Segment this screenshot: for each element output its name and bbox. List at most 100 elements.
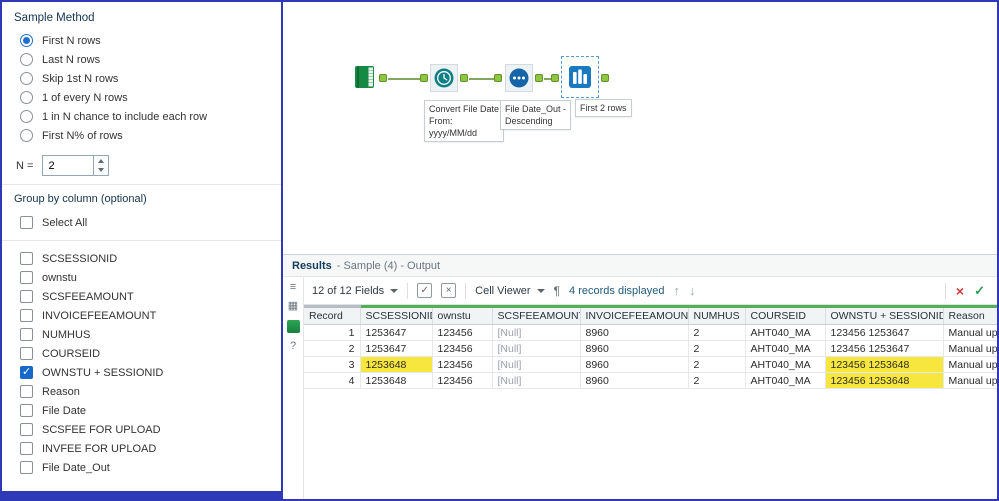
- group-by-column-option[interactable]: File Date: [14, 401, 273, 420]
- option-label: Last N rows: [42, 53, 101, 66]
- group-by-column-option[interactable]: ownstu: [14, 268, 273, 287]
- tool-anchor-icon[interactable]: [286, 320, 300, 333]
- input-anchor[interactable]: [420, 74, 428, 82]
- output-anchor[interactable]: [535, 74, 543, 82]
- select-all-option[interactable]: Select All: [14, 213, 273, 232]
- group-by-column-list: SCSESSIONID ownstu SCSFEEAMOUNT INVOICEFEEA…: [14, 249, 273, 477]
- table-cell: 2: [304, 340, 361, 357]
- connection-line[interactable]: [469, 78, 495, 80]
- group-by-column-option[interactable]: SCSFEEAMOUNT: [14, 287, 273, 306]
- tool-sample[interactable]: [561, 56, 599, 98]
- output-anchor[interactable]: [379, 74, 387, 82]
- option-label: COURSEID: [42, 347, 101, 360]
- sample-method-option[interactable]: 1 in N chance to include each row: [14, 107, 273, 126]
- group-by-column-option[interactable]: SCSESSIONID: [14, 249, 273, 268]
- option-label: SCSESSIONID: [42, 252, 118, 265]
- option-label: File Date_Out: [42, 461, 110, 474]
- arrow-down-icon[interactable]: ↓: [689, 284, 696, 297]
- table-cell: [Null]: [492, 324, 581, 341]
- configuration-panel: Sample Method First N rows Last N rows Ski…: [2, 2, 283, 499]
- table-cell: 8960: [580, 356, 689, 373]
- radio-icon: [20, 53, 33, 66]
- tool-datetime[interactable]: [430, 64, 458, 92]
- group-by-column-option[interactable]: INVOICEFEEAMOUNT: [14, 306, 273, 325]
- sample-method-option[interactable]: Skip 1st N rows: [14, 69, 273, 88]
- output-anchor[interactable]: [601, 74, 609, 82]
- table-cell: 123456 1253647: [825, 340, 944, 357]
- radio-icon: [20, 129, 33, 142]
- results-toolbar: 12 of 12 Fields ✓ × Cell Viewer ¶ 4 reco…: [304, 277, 997, 305]
- table-row[interactable]: 2 1253647 123456 [Null] 8960 2 AHT040_MA 123456…: [304, 340, 997, 357]
- tool-input-data[interactable]: [352, 64, 378, 90]
- sample-icon: [569, 66, 591, 88]
- table-cell: 4: [304, 372, 361, 389]
- workflow-canvas[interactable]: Convert File Date From: yyyy/MM/dd File …: [283, 2, 997, 254]
- group-by-column-option[interactable]: INVFEE FOR UPLOAD: [14, 439, 273, 458]
- output-anchor[interactable]: [460, 74, 468, 82]
- column-header[interactable]: Record: [304, 305, 361, 325]
- option-label: SCSFEEAMOUNT: [42, 290, 134, 303]
- group-by-column-option[interactable]: File Date_Out: [14, 458, 273, 477]
- table-row[interactable]: 3 1253648 123456 [Null] 8960 2 AHT040_MA 123456…: [304, 356, 997, 373]
- sample-method-option[interactable]: Last N rows: [14, 50, 273, 69]
- tool-sort[interactable]: [505, 64, 533, 92]
- column-header[interactable]: INVOICEFEEAMOUNT: [580, 305, 689, 325]
- arrow-up-icon[interactable]: ↑: [673, 284, 680, 297]
- select-fields-icon[interactable]: ✓: [417, 283, 433, 298]
- input-anchor[interactable]: [494, 74, 502, 82]
- table-cell: 1253648: [360, 356, 433, 373]
- cell-viewer-dropdown[interactable]: Cell Viewer: [475, 284, 545, 297]
- group-by-column-option[interactable]: SCSFEE FOR UPLOAD: [14, 420, 273, 439]
- n-stepper[interactable]: [94, 155, 110, 176]
- connection-line[interactable]: [388, 78, 421, 80]
- group-by-label: Group by column (optional): [14, 193, 147, 205]
- sample-method-option[interactable]: First N% of rows: [14, 126, 273, 145]
- table-cell: Manual upload: [943, 324, 997, 341]
- stepper-up-icon[interactable]: [94, 156, 108, 166]
- data-table: Record SCSESSIONID ownstu SCSFEEAMOUNT INVOI…: [304, 305, 997, 389]
- checkbox-icon: [20, 442, 33, 455]
- column-header[interactable]: NUMHUS: [688, 305, 746, 325]
- option-label: INVFEE FOR UPLOAD: [42, 442, 157, 455]
- group-by-column-option[interactable]: NUMHUS: [14, 325, 273, 344]
- results-header: Results - Sample (4) - Output: [283, 255, 997, 277]
- column-header[interactable]: OWNSTU + SESSIONID: [825, 305, 944, 325]
- apply-icon[interactable]: ✓: [974, 283, 985, 299]
- sample-method-option[interactable]: First N rows: [14, 31, 273, 50]
- panel-scrollbar[interactable]: [2, 491, 281, 499]
- option-label: ownstu: [42, 271, 77, 284]
- records-displayed: 4 records displayed: [569, 284, 665, 297]
- table-cell: 1253648: [360, 372, 433, 389]
- input-anchor[interactable]: [551, 74, 559, 82]
- fields-dropdown[interactable]: 12 of 12 Fields: [312, 285, 399, 297]
- table-row[interactable]: 1 1253647 123456 [Null] 8960 2 AHT040_MA 123456…: [304, 324, 997, 341]
- group-by-column-option[interactable]: Reason: [14, 382, 273, 401]
- group-by-column-option[interactable]: COURSEID: [14, 344, 273, 363]
- n-input[interactable]: [42, 155, 95, 176]
- checkbox-icon: [20, 252, 33, 265]
- close-results-icon[interactable]: ×: [956, 283, 964, 299]
- alteryx-window: Sample Method First N rows Last N rows Ski…: [0, 0, 999, 501]
- deselect-fields-icon[interactable]: ×: [441, 283, 457, 298]
- metadata-icon[interactable]: ≡: [290, 282, 296, 293]
- data-grid-icon[interactable]: ▦: [288, 301, 298, 312]
- results-grid[interactable]: Record SCSESSIONID ownstu SCSFEEAMOUNT INVOI…: [304, 305, 997, 499]
- checkbox-icon: [20, 290, 33, 303]
- stepper-down-icon[interactable]: [94, 166, 108, 176]
- results-subtitle: - Sample (4) - Output: [336, 259, 441, 272]
- sample-method-option[interactable]: 1 of every N rows: [14, 88, 273, 107]
- column-header[interactable]: ownstu: [432, 305, 493, 325]
- column-header[interactable]: COURSEID: [745, 305, 826, 325]
- table-cell: 123456: [432, 372, 493, 389]
- option-label: Reason: [42, 385, 80, 398]
- column-header[interactable]: SCSFEEAMOUNT: [492, 305, 581, 325]
- column-header[interactable]: Reason: [943, 305, 997, 325]
- option-label: OWNSTU + SESSIONID: [42, 366, 164, 379]
- column-header[interactable]: SCSESSIONID: [360, 305, 433, 325]
- group-by-column-option[interactable]: OWNSTU + SESSIONID: [14, 363, 273, 382]
- cell-viewer-label: Cell Viewer: [475, 284, 531, 297]
- header-row: Record SCSESSIONID ownstu SCSFEEAMOUNT INVOI…: [304, 305, 997, 325]
- help-icon[interactable]: ?: [290, 341, 296, 352]
- pilcrow-icon[interactable]: ¶: [554, 285, 560, 297]
- table-row[interactable]: 4 1253648 123456 [Null] 8960 2 AHT040_MA 123456…: [304, 372, 997, 389]
